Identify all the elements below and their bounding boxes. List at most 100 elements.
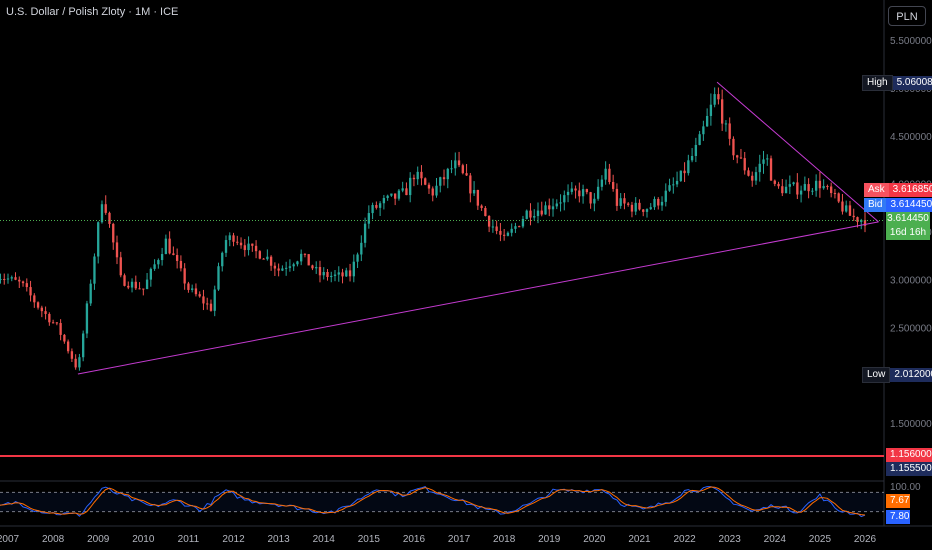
candle-up bbox=[435, 185, 438, 196]
candle-down bbox=[236, 241, 239, 243]
candle-down bbox=[115, 242, 119, 258]
candle-up bbox=[409, 177, 412, 196]
candle-up bbox=[472, 189, 476, 194]
candle-up bbox=[491, 226, 495, 228]
candle-down bbox=[183, 268, 186, 284]
candle-down bbox=[206, 303, 209, 305]
candle-down bbox=[74, 358, 77, 368]
candle-up bbox=[78, 357, 81, 368]
candle-up bbox=[288, 266, 292, 268]
candle-down bbox=[251, 243, 254, 246]
bid-tag: Bid 3.614450 bbox=[864, 198, 932, 212]
candle-down bbox=[480, 205, 483, 209]
candle-down bbox=[104, 204, 107, 213]
candle-up bbox=[6, 278, 10, 280]
candle-down bbox=[187, 283, 190, 290]
candle-up bbox=[164, 238, 168, 255]
x-tick-label: 2011 bbox=[178, 534, 200, 545]
candle-down bbox=[826, 186, 829, 188]
candle-up bbox=[803, 184, 807, 191]
currency-button[interactable]: PLN bbox=[888, 6, 926, 26]
x-tick-label: 2026 bbox=[854, 534, 877, 545]
candle-down bbox=[837, 193, 840, 202]
low-tag-value: 2.012000 bbox=[890, 368, 932, 382]
x-tick-label: 2007 bbox=[0, 534, 20, 545]
chart-title: U.S. Dollar / Polish Zloty · 1M · ICE bbox=[6, 6, 179, 18]
candle-up bbox=[525, 210, 528, 219]
candle-up bbox=[702, 126, 705, 135]
candle-up bbox=[0, 278, 2, 280]
candle-down bbox=[326, 271, 329, 278]
candle-up bbox=[145, 279, 149, 290]
candle-down bbox=[574, 188, 577, 191]
candle-down bbox=[608, 168, 611, 183]
candle-up bbox=[811, 190, 814, 192]
candle-down bbox=[420, 171, 423, 179]
candle-down bbox=[70, 351, 74, 359]
candle-down bbox=[119, 257, 122, 276]
candle-down bbox=[431, 188, 434, 196]
candle-up bbox=[367, 213, 371, 224]
candle-up bbox=[724, 123, 728, 125]
candle-down bbox=[341, 272, 344, 277]
line-tag-1: 1.156000 bbox=[886, 448, 932, 462]
candle-down bbox=[269, 256, 273, 266]
candle-down bbox=[393, 193, 397, 199]
candle-down bbox=[769, 158, 773, 181]
candle-up bbox=[296, 261, 299, 265]
candle-down bbox=[108, 212, 111, 224]
candle-up bbox=[454, 160, 457, 169]
candle-up bbox=[649, 207, 652, 210]
candle-down bbox=[499, 230, 502, 235]
candle-up bbox=[292, 264, 295, 267]
ask-tag-value: 3.616850 bbox=[888, 183, 932, 197]
bid-tag-value: 3.614450 bbox=[886, 198, 932, 212]
candle-down bbox=[63, 334, 66, 342]
countdown: 16d 16h bbox=[889, 227, 927, 238]
candle-down bbox=[721, 99, 724, 124]
candle-down bbox=[40, 307, 43, 312]
candle-down bbox=[48, 313, 51, 323]
candle-down bbox=[424, 178, 427, 185]
x-tick-label: 2017 bbox=[448, 534, 471, 545]
x-tick-label: 2015 bbox=[358, 534, 381, 545]
candle-down bbox=[495, 226, 498, 231]
candle-up bbox=[352, 261, 355, 277]
candle-down bbox=[25, 283, 28, 288]
x-tick-label: 2016 bbox=[403, 534, 426, 545]
candle-up bbox=[149, 268, 152, 280]
candle-down bbox=[739, 157, 743, 159]
chart-canvas[interactable]: 1.5000002.0000002.5000003.0000003.500000… bbox=[0, 0, 932, 550]
candle-up bbox=[619, 198, 622, 206]
candle-down bbox=[615, 188, 619, 206]
candle-down bbox=[375, 205, 378, 208]
candle-down bbox=[848, 205, 852, 216]
y-tick-label: 1.500000 bbox=[890, 419, 932, 430]
candle-up bbox=[822, 186, 825, 189]
candle-up bbox=[600, 179, 604, 187]
candle-down bbox=[457, 160, 461, 166]
candle-up bbox=[191, 288, 194, 290]
candle-down bbox=[14, 277, 17, 280]
candle-down bbox=[44, 311, 47, 314]
candle-down bbox=[807, 184, 810, 192]
candle-down bbox=[243, 245, 246, 251]
y-tick-label: 5.500000 bbox=[890, 36, 932, 47]
y-tick-label: 4.500000 bbox=[890, 132, 932, 143]
candle-down bbox=[262, 258, 265, 260]
candle-up bbox=[563, 195, 566, 203]
candle-up bbox=[551, 206, 555, 210]
candle-down bbox=[630, 204, 634, 212]
stoch-tick-label: 100.00 bbox=[890, 482, 921, 493]
candle-up bbox=[555, 203, 558, 207]
candle-up bbox=[713, 94, 716, 105]
candle-down bbox=[179, 260, 183, 269]
candle-up bbox=[664, 190, 667, 202]
candle-up bbox=[371, 205, 374, 214]
y-tick-label: 2.500000 bbox=[890, 323, 932, 334]
candle-up bbox=[709, 104, 713, 116]
candle-down bbox=[841, 201, 844, 212]
candle-up bbox=[10, 277, 13, 279]
candle-up bbox=[799, 190, 803, 195]
candle-down bbox=[138, 288, 141, 290]
